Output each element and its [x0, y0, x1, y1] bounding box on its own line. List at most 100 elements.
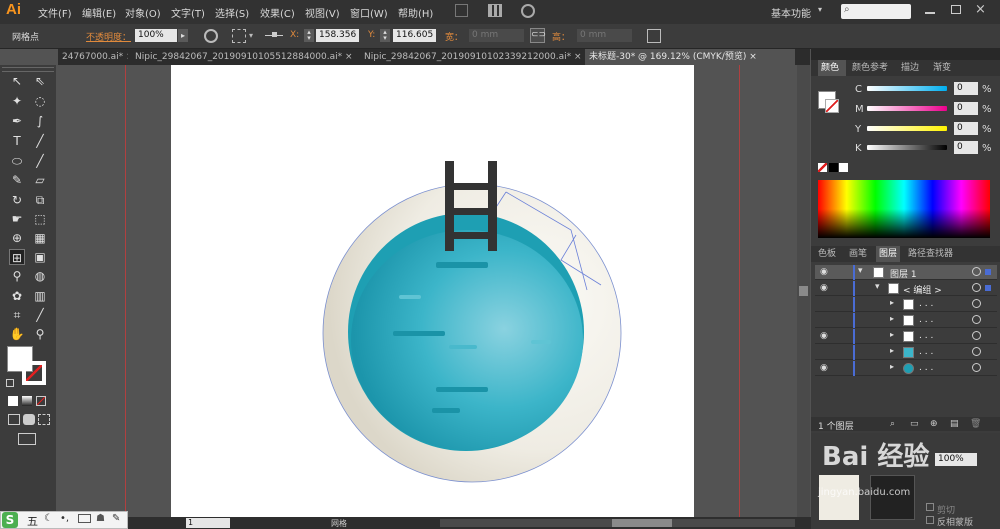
tab-pathfinder[interactable]: 路径查找器 [908, 246, 953, 262]
transform-icon[interactable] [647, 29, 661, 43]
gpu-performance-icon[interactable] [521, 4, 535, 18]
menu-select[interactable]: 选择(S) [215, 5, 249, 20]
default-colors-icon[interactable] [6, 379, 14, 387]
perspective-grid-tool-icon[interactable]: ▦ [32, 230, 48, 246]
hand-tool-icon[interactable]: ✋ [9, 326, 25, 342]
horizontal-scrollbar-thumb[interactable] [612, 519, 672, 527]
locate-object-icon[interactable]: ⌕ [890, 419, 895, 429]
tab-layers[interactable]: 图层 [876, 246, 901, 262]
tab-brushes[interactable]: 画笔 [849, 246, 867, 262]
link-proportions-icon[interactable]: ⊂⊃ [530, 28, 546, 43]
menu-file[interactable]: 文件(F) [38, 5, 72, 20]
reference-point-icon[interactable] [232, 29, 246, 43]
warp-tool-icon[interactable]: ☛ [9, 211, 25, 227]
target-icon[interactable] [972, 315, 981, 324]
mesh-tool-icon[interactable]: ⊞ [9, 249, 25, 265]
height-input[interactable]: 0 mm [577, 29, 632, 42]
menu-type[interactable]: 文字(T) [171, 5, 205, 20]
keyboard-icon[interactable] [78, 514, 91, 523]
scrollbar-thumb[interactable] [799, 286, 808, 296]
sublayer-row[interactable]: ▸ . . . [815, 297, 997, 312]
artboard-tool-icon[interactable]: ⌗ [9, 307, 25, 323]
transparency-opacity-input[interactable]: 100% [935, 453, 977, 466]
sublayer-row[interactable]: ◉ ▸ . . . [815, 329, 997, 344]
lasso-tool-icon[interactable]: ◌ [32, 93, 48, 109]
chevron-right-icon[interactable]: ▸ [890, 362, 894, 371]
tab-swatches[interactable]: 色板 [818, 246, 836, 262]
draw-behind-icon[interactable] [23, 414, 35, 425]
direct-selection-tool-icon[interactable]: ⇖ [32, 73, 48, 89]
opacity-label[interactable]: 不透明度： [86, 30, 131, 43]
close-window-icon[interactable]: × [975, 2, 986, 17]
color-stroke-swatch[interactable] [825, 99, 839, 113]
pool-artwork[interactable] [171, 65, 694, 517]
toolbar-grip[interactable] [2, 67, 54, 72]
close-icon[interactable]: × [345, 52, 353, 62]
close-icon[interactable]: × [749, 52, 757, 62]
skin-icon[interactable]: ☗ [96, 513, 105, 524]
paintbrush-tool-icon[interactable]: ╱ [32, 153, 48, 169]
delete-icon[interactable]: 🗑 [970, 419, 981, 429]
stroke-swatch[interactable] [22, 361, 46, 385]
new-sublayer-icon[interactable]: ⊕ [930, 419, 938, 429]
close-icon[interactable]: × [126, 52, 128, 62]
x-stepper[interactable]: ▴ ▾ [304, 29, 314, 42]
shape-builder-tool-icon[interactable]: ⊕ [9, 230, 25, 246]
menu-window[interactable]: 窗口(W) [350, 5, 388, 20]
screen-mode-icon[interactable] [18, 433, 36, 445]
menu-help[interactable]: 帮助(H) [398, 5, 433, 20]
search-input[interactable]: ⌕ [841, 4, 911, 19]
eye-icon[interactable]: ◉ [820, 331, 828, 341]
new-layer-icon[interactable]: ▤ [950, 419, 959, 429]
workspace-switcher[interactable]: 基本功能 [771, 5, 811, 20]
line-tool-icon[interactable]: ╱ [32, 133, 48, 149]
page-selector[interactable]: 1 [186, 518, 230, 528]
tab-gradient[interactable]: 渐变 [933, 60, 951, 76]
tab-document-3[interactable]: Nipic_29842067_20190910102339212000.ai* … [360, 49, 582, 65]
tab-document-2[interactable]: Nipic_29842067_20190910105512884000.ai* … [131, 49, 357, 65]
target-icon[interactable] [972, 331, 981, 340]
draw-normal-icon[interactable] [8, 414, 20, 425]
tab-document-1[interactable]: 24767000.ai* × [58, 49, 128, 65]
sublayer-row[interactable]: ▸ . . . [815, 345, 997, 360]
pen-tool-icon[interactable]: ✒ [9, 113, 25, 129]
eye-icon[interactable]: ◉ [820, 363, 828, 373]
type-tool-icon[interactable]: T [9, 133, 25, 149]
draw-inside-icon[interactable] [38, 414, 50, 425]
close-icon[interactable]: × [574, 52, 582, 62]
slice-tool-icon[interactable]: ╱ [32, 307, 48, 323]
channel-k-slider[interactable] [867, 145, 947, 150]
gradient-tool-icon[interactable]: ▣ [32, 249, 48, 265]
moon-icon[interactable]: ☾ [44, 513, 53, 524]
channel-y-slider[interactable] [867, 126, 947, 131]
ime-logo-icon[interactable]: S [2, 512, 18, 528]
chevron-down-icon[interactable]: ▾ [858, 266, 863, 276]
ime-mode[interactable]: 五 [27, 513, 38, 529]
invert-mask-checkbox[interactable] [926, 516, 934, 524]
channel-c-slider[interactable] [867, 86, 947, 91]
status-mode[interactable]: 网格 [331, 518, 347, 529]
white-swatch[interactable] [839, 163, 848, 172]
chevron-right-icon[interactable]: ▸ [890, 298, 894, 307]
color-spectrum[interactable] [818, 180, 990, 238]
tab-stroke[interactable]: 描边 [901, 60, 919, 76]
channel-y-input[interactable]: 0 [954, 122, 978, 135]
punctuation-icon[interactable]: •, [60, 513, 69, 524]
opacity-input[interactable]: 100% [135, 29, 177, 42]
symbol-sprayer-tool-icon[interactable]: ✿ [9, 288, 25, 304]
bridge-icon[interactable] [455, 4, 468, 17]
selection-tool-icon[interactable]: ↖ [9, 73, 25, 89]
target-icon[interactable] [972, 283, 981, 292]
black-swatch[interactable] [829, 163, 838, 172]
tab-color-guide[interactable]: 颜色参考 [852, 60, 888, 76]
eraser-tool-icon[interactable]: ▱ [32, 172, 48, 188]
rotate-tool-icon[interactable]: ↻ [9, 192, 25, 208]
menu-view[interactable]: 视图(V) [305, 5, 340, 20]
menu-object[interactable]: 对象(O) [125, 5, 161, 20]
free-transform-tool-icon[interactable]: ⬚ [32, 211, 48, 227]
chevron-down-icon[interactable]: ▾ [875, 282, 880, 292]
tools-icon[interactable]: ✎ [112, 513, 120, 524]
eyedropper-tool-icon[interactable]: ⚲ [9, 268, 25, 284]
target-icon[interactable] [972, 363, 981, 372]
channel-k-input[interactable]: 0 [954, 141, 978, 154]
